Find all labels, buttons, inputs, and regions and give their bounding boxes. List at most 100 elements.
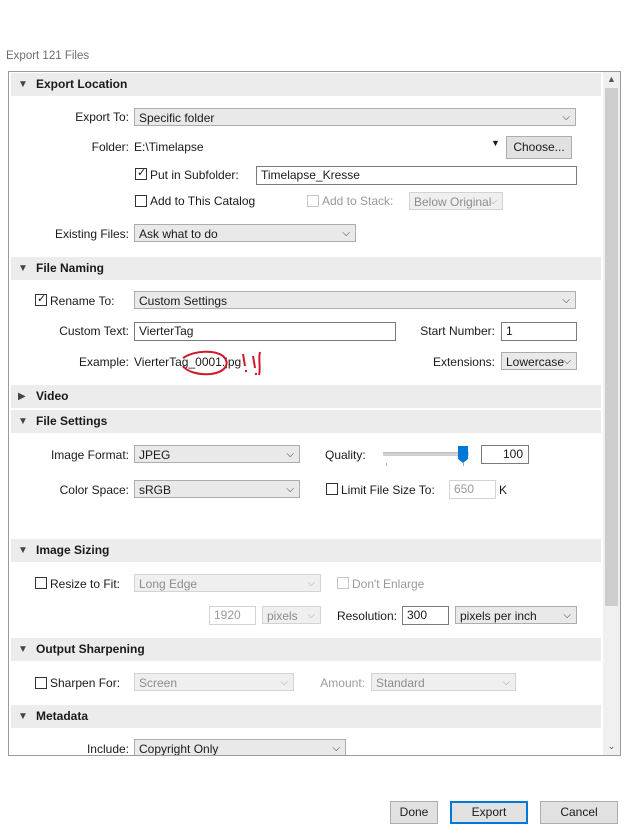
chevron-down-icon: ⌵ (307, 610, 315, 621)
scroll-up-arrow-icon[interactable]: ▲ (603, 72, 620, 86)
rename-template-value: Custom Settings (139, 294, 228, 308)
collapsed-triangle-icon: ▶ (18, 391, 26, 402)
checkmark-icon: ✓ (137, 167, 147, 179)
chevron-down-icon: ⌵ (489, 196, 497, 207)
metadata-include-value: Copyright Only (139, 742, 219, 756)
put-in-subfolder-label: Put in Subfolder: (150, 168, 239, 182)
resize-size-input[interactable]: 1920 (209, 606, 256, 625)
section-video[interactable]: ▶ Video (11, 385, 601, 408)
subfolder-input[interactable]: Timelapse_Kresse (256, 166, 577, 185)
export-to-value: Specific folder (139, 111, 215, 125)
sharpen-for-select[interactable]: Screen ⌵ (134, 673, 294, 691)
quality-slider-thumb[interactable] (458, 446, 468, 463)
chevron-down-icon: ⌵ (280, 677, 288, 688)
resolution-label: Resolution: (336, 609, 397, 623)
section-title: Image Sizing (36, 543, 110, 557)
limit-file-size-label: Limit File Size To: (341, 483, 435, 497)
limit-file-size-checkbox[interactable] (326, 483, 338, 495)
quality-input[interactable]: 100 (481, 445, 529, 464)
section-output-sharpening[interactable]: ▼ Output Sharpening (11, 638, 601, 661)
stack-position-value: Below Original (414, 195, 492, 209)
dont-enlarge-label: Don't Enlarge (352, 577, 425, 591)
chevron-down-icon: ⌵ (562, 112, 570, 123)
export-to-label: Export To: (75, 110, 129, 124)
put-in-subfolder-checkbox[interactable]: ✓ (135, 167, 147, 180)
cancel-button[interactable]: Cancel (540, 801, 618, 824)
rename-to-label: Rename To: (50, 294, 115, 308)
color-space-select[interactable]: sRGB ⌵ (134, 480, 300, 498)
example-label: Example: (78, 355, 129, 369)
image-format-label: Image Format: (50, 448, 129, 462)
image-format-select[interactable]: JPEG ⌵ (134, 445, 300, 463)
done-button[interactable]: Done (390, 801, 438, 824)
chevron-down-icon: ⌵ (286, 484, 294, 495)
color-space-value: sRGB (139, 483, 172, 497)
scrollbar-thumb[interactable] (605, 88, 618, 606)
stack-position-select[interactable]: Below Original ⌵ (409, 192, 503, 210)
section-file-settings[interactable]: ▼ File Settings (11, 410, 601, 433)
section-export-location[interactable]: ▼ Export Location (11, 73, 601, 96)
export-button[interactable]: Export (450, 801, 528, 824)
quality-label: Quality: (325, 448, 366, 462)
rename-template-select[interactable]: Custom Settings ⌵ (134, 291, 576, 309)
expand-triangle-icon: ▼ (18, 545, 28, 556)
resolution-unit-select[interactable]: pixels per inch ⌵ (455, 606, 577, 624)
rename-to-checkbox[interactable]: ✓ (35, 293, 47, 306)
checkmark-icon: ✓ (37, 293, 47, 305)
chevron-down-icon: ⌵ (286, 449, 294, 460)
sharpen-for-label: Sharpen For: (50, 676, 121, 690)
resize-to-fit-checkbox[interactable] (35, 577, 47, 589)
section-title: Export Location (36, 77, 128, 91)
expand-triangle-icon: ▼ (18, 644, 28, 655)
custom-text-label: Custom Text: (59, 324, 129, 338)
existing-files-value: Ask what to do (139, 227, 218, 241)
custom-text-input[interactable]: VierterTag (134, 322, 396, 341)
limit-file-size-input[interactable]: 650 (449, 480, 496, 499)
resolution-input[interactable]: 300 (402, 606, 449, 625)
chevron-down-icon: ⌵ (563, 356, 571, 367)
section-title: File Naming (36, 261, 105, 275)
choose-folder-button[interactable]: Choose... (506, 136, 572, 159)
scroll-down-arrow-icon[interactable]: ⌄ (603, 739, 620, 753)
sharpen-for-checkbox[interactable] (35, 677, 47, 689)
resize-mode-select[interactable]: Long Edge ⌵ (134, 574, 321, 592)
image-format-value: JPEG (139, 448, 171, 462)
resize-unit-select[interactable]: pixels ⌵ (262, 606, 321, 624)
section-title: Output Sharpening (36, 642, 145, 656)
slider-tick (463, 463, 464, 466)
section-metadata[interactable]: ▼ Metadata (11, 705, 601, 728)
chevron-down-icon: ⌵ (342, 228, 350, 239)
section-file-naming[interactable]: ▼ File Naming (11, 257, 601, 280)
chevron-down-icon: ⌵ (502, 677, 510, 688)
existing-files-select[interactable]: Ask what to do ⌵ (134, 224, 356, 242)
amount-select[interactable]: Standard ⌵ (371, 673, 516, 691)
expand-triangle-icon: ▼ (18, 711, 28, 722)
export-to-select[interactable]: Specific folder ⌵ (134, 108, 576, 126)
section-title: Video (36, 389, 69, 403)
expand-triangle-icon: ▼ (18, 79, 28, 90)
color-space-label: Color Space: (59, 483, 129, 497)
section-image-sizing[interactable]: ▼ Image Sizing (11, 539, 601, 562)
start-number-input[interactable]: 1 (501, 322, 577, 341)
limit-file-size-unit: K (499, 483, 508, 497)
settings-panel: ▼ Export Location Export To: Specific fo… (8, 71, 621, 756)
extensions-select[interactable]: Lowercase ⌵ (501, 352, 577, 370)
chevron-down-icon: ⌵ (307, 578, 315, 589)
folder-history-dropdown-icon[interactable]: ▼ (491, 138, 500, 148)
amount-label: Amount: (320, 676, 365, 690)
chevron-down-icon: ⌵ (563, 610, 571, 621)
add-to-stack-checkbox[interactable] (307, 195, 319, 207)
metadata-include-select[interactable]: Copyright Only ⌵ (134, 739, 346, 756)
chevron-down-icon: ⌵ (332, 743, 340, 754)
add-to-catalog-checkbox[interactable] (135, 195, 147, 207)
folder-label: Folder: (91, 140, 129, 154)
existing-files-label: Existing Files: (54, 227, 129, 241)
slider-tick (386, 463, 387, 466)
resize-unit-value: pixels (267, 609, 298, 623)
section-title: Metadata (36, 709, 89, 723)
expand-triangle-icon: ▼ (18, 416, 28, 427)
folder-path: E:\Timelapse (134, 140, 204, 154)
sharpen-for-value: Screen (139, 676, 178, 690)
quality-slider-track[interactable] (383, 452, 469, 456)
dont-enlarge-checkbox[interactable] (337, 577, 349, 589)
